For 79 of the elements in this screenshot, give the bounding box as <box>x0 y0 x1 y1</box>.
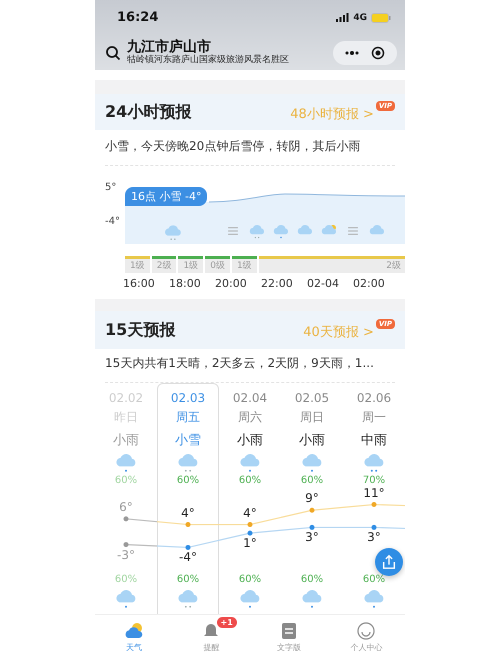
axis-label: -4° <box>105 216 120 227</box>
day-date[interactable]: 02.05 <box>294 390 330 406</box>
day-weather: 小雨 <box>299 432 325 450</box>
precip-chance: 60% <box>362 573 386 586</box>
status-time: 16:24 <box>117 10 158 25</box>
more-icon <box>345 50 359 54</box>
tab-item[interactable]: 提醒 +1 <box>172 615 250 659</box>
search-icon[interactable] <box>105 44 121 60</box>
day-weekday: 周六 <box>238 409 262 426</box>
smiley-icon <box>357 622 376 640</box>
wind-level: 1级 <box>178 256 204 273</box>
day-weather: 小雨 <box>113 432 139 450</box>
wind-level: 2级 <box>152 256 176 273</box>
tab-label: 天气 <box>126 642 142 652</box>
wind-level: 0级 <box>205 256 230 273</box>
city-title: 九江市庐山市 <box>127 39 211 55</box>
tab-item[interactable]: 个人中心 <box>328 615 405 659</box>
axis-label: 5° <box>105 182 116 193</box>
tab-item[interactable]: 天气 <box>95 615 172 659</box>
time-label: 02:00 <box>353 277 386 292</box>
tab-item[interactable]: 文字版 <box>250 615 328 659</box>
precip-chance: 60% <box>176 474 200 487</box>
signal-icon <box>336 13 350 22</box>
battery-icon <box>371 12 391 22</box>
time-label: 02-04 <box>307 277 340 292</box>
wind-level: 1级 <box>125 256 150 273</box>
time-label: 18:00 <box>169 277 202 292</box>
time-label: 16:00 <box>123 277 156 292</box>
precip-chance: 60% <box>114 474 138 487</box>
temperature-callout: 16点 小雪 -4° <box>125 187 208 206</box>
section-title: 24小时预报 <box>105 102 192 122</box>
notification-badge: +1 <box>216 617 237 628</box>
forecast-summary: 小雪，今天傍晚20点钟后雪停，转阴，其后小雨 <box>105 130 395 166</box>
precip-chance: 60% <box>114 573 138 586</box>
share-icon <box>381 554 397 570</box>
day-date[interactable]: 02.04 <box>232 390 268 406</box>
precip-chance: 60% <box>176 573 200 586</box>
share-button[interactable] <box>375 548 403 576</box>
target-icon <box>371 46 385 60</box>
weather-icon <box>124 622 144 640</box>
location-subtitle: 牯岭镇河东路庐山国家级旅游风景名胜区 <box>127 55 290 66</box>
network-label: 4G <box>353 12 367 22</box>
high-temperature: 9° <box>304 491 320 506</box>
day-weather: 中雨 <box>361 432 387 450</box>
section-title: 15天预报 <box>105 320 176 340</box>
low-temperature: -4° <box>178 550 198 564</box>
precip-chance: 60% <box>300 573 324 586</box>
low-temperature: 1° <box>242 536 258 550</box>
low-temperature: -3° <box>116 548 136 562</box>
wind-level: 1级 <box>232 256 257 273</box>
low-temperature: 3° <box>304 530 320 544</box>
forecast-summary: 15天内共有1天晴，2天多云，2天阴，9天雨，1... <box>105 349 395 383</box>
precip-chance: 60% <box>300 474 324 487</box>
menu-capsule[interactable] <box>333 40 397 64</box>
high-temperature: 4° <box>180 506 196 520</box>
selected-day-frame[interactable]: 02.03 周五 小雪 60% 4° -4° 60% <box>157 383 219 614</box>
high-temperature: 6° <box>118 500 134 514</box>
precip-chance: 60% <box>238 573 262 586</box>
precip-chance: 70% <box>362 474 386 487</box>
high-temperature: 11° <box>362 486 386 500</box>
rain-cloud-icon <box>272 222 290 240</box>
day-weather: 小雪 <box>175 432 201 450</box>
day-date[interactable]: 02.06 <box>356 390 392 406</box>
low-temperature: 3° <box>366 530 382 544</box>
day-weekday: 周日 <box>300 409 324 426</box>
time-label: 20:00 <box>215 277 248 292</box>
high-temperature: 4° <box>242 506 258 520</box>
document-icon <box>280 622 297 640</box>
day-date[interactable]: 02.03 <box>170 390 206 406</box>
tab-label: 个人中心 <box>350 642 382 652</box>
snow-cloud-icon <box>248 222 266 240</box>
day-weather: 小雨 <box>237 432 263 450</box>
time-label: 22:00 <box>261 277 294 292</box>
wind-level: 2级 <box>258 256 405 273</box>
day-weekday: 周五 <box>176 409 200 426</box>
day-weekday: 周一 <box>362 409 386 426</box>
tab-label: 文字版 <box>276 642 301 652</box>
tab-label: 提醒 <box>203 642 220 652</box>
precip-chance: 60% <box>238 474 262 487</box>
